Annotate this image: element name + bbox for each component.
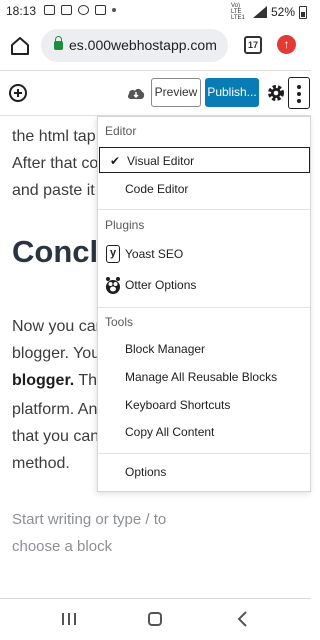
signal-icon: [252, 6, 267, 18]
url-bar[interactable]: es.000webhostapp.com: [41, 29, 228, 62]
url-text: es.000webhostapp.com: [69, 37, 217, 53]
paragraph-line[interactable]: blogger. This: [12, 367, 109, 394]
home-nav-icon[interactable]: [148, 612, 162, 626]
menu-group-plugins: Plugins: [105, 218, 145, 232]
paragraph-line[interactable]: that you can: [12, 423, 99, 450]
paragraph-line[interactable]: platform. An: [12, 396, 97, 423]
more-dot: [297, 85, 301, 89]
more-options-icon[interactable]: [288, 77, 310, 109]
editor-toolbar: Preview Publish...: [0, 71, 311, 116]
menu-item-label: Code Editor: [125, 182, 189, 196]
menu-item-copy-content[interactable]: Copy All Content: [98, 419, 310, 445]
paragraph-line[interactable]: After that co: [12, 150, 98, 177]
back-icon[interactable]: [236, 610, 250, 628]
menu-group-editor: Editor: [105, 124, 137, 138]
menu-item-label: Visual Editor: [127, 154, 195, 168]
publish-button[interactable]: Publish...: [205, 78, 259, 107]
system-nav-bar: [0, 599, 311, 640]
menu-item-keyboard-shortcuts[interactable]: Keyboard Shortcuts: [98, 392, 310, 418]
menu-item-options[interactable]: Options: [98, 459, 310, 485]
image-icon: [44, 5, 55, 15]
menu-item-label: Yoast SEO: [125, 247, 184, 261]
network-label: Vo) LTE LTE1: [230, 3, 245, 21]
wifi-icon: [78, 5, 89, 15]
check-icon: ✔: [110, 154, 121, 168]
status-right: Vo) LTE LTE1 52%: [231, 3, 307, 21]
menu-item-label: Otter Options: [125, 278, 197, 292]
menu-item-label: Block Manager: [125, 342, 206, 356]
recents-bar: [74, 613, 76, 625]
paragraph-line[interactable]: method.: [12, 450, 70, 477]
notification-icons: [44, 5, 116, 15]
add-block-icon[interactable]: [9, 84, 27, 102]
block-placeholder[interactable]: Start writing or type / to choose a bloc…: [12, 506, 202, 560]
yoast-icon: y: [106, 245, 120, 263]
menu-item-label: Keyboard Shortcuts: [125, 398, 231, 412]
browser-toolbar: es.000webhostapp.com 17 ↑: [0, 22, 311, 70]
menu-item-reusable-blocks[interactable]: Manage All Reusable Blocks: [98, 364, 310, 390]
otter-icon: [106, 277, 120, 294]
mail-icon: [61, 5, 72, 15]
menu-item-label: Copy All Content: [125, 425, 215, 439]
menu-divider: [98, 307, 310, 308]
menu-item-visual-editor[interactable]: ✔ Visual Editor: [99, 147, 310, 173]
status-bar: 18:13 Vo) LTE LTE1 52%: [0, 0, 311, 22]
menu-group-tools: Tools: [105, 315, 134, 329]
dot-icon: [112, 8, 116, 12]
tabs-icon[interactable]: 17: [244, 36, 262, 54]
bold-text: blogger.: [12, 372, 75, 389]
gear-icon[interactable]: [266, 83, 286, 103]
menu-divider: [98, 209, 310, 210]
menu-item-code-editor[interactable]: Code Editor: [98, 176, 310, 202]
paragraph-line[interactable]: and paste it: [12, 177, 95, 204]
recents-bar: [68, 613, 70, 625]
recents-bar: [62, 613, 64, 625]
lock-icon: [54, 36, 63, 50]
paragraph-line[interactable]: blogger. You: [12, 340, 100, 367]
more-dot: [297, 92, 301, 96]
status-time: 18:13: [6, 4, 37, 18]
battery-icon: [299, 5, 307, 19]
more-options-menu: Editor ✔ Visual Editor Code Editor Plugi…: [97, 116, 311, 492]
menu-item-otter[interactable]: Otter Options: [98, 272, 310, 298]
paragraph-line[interactable]: the html tap: [12, 123, 96, 150]
menu-item-block-manager[interactable]: Block Manager: [98, 336, 310, 362]
paragraph-line[interactable]: Now you car: [12, 313, 101, 340]
recents-icon[interactable]: [62, 613, 76, 625]
menu-item-yoast[interactable]: y Yoast SEO: [98, 241, 310, 267]
menu-divider: [98, 453, 310, 454]
update-icon[interactable]: ↑: [277, 35, 296, 54]
cloud-icon[interactable]: [127, 86, 145, 100]
menu-item-label: Options: [125, 465, 167, 479]
menu-item-label: Manage All Reusable Blocks: [125, 370, 278, 384]
preview-button[interactable]: Preview: [151, 78, 201, 107]
voicemail-icon: [95, 5, 106, 15]
more-dot: [297, 99, 301, 103]
battery-percent: 52%: [270, 5, 295, 19]
home-icon[interactable]: [8, 34, 32, 58]
